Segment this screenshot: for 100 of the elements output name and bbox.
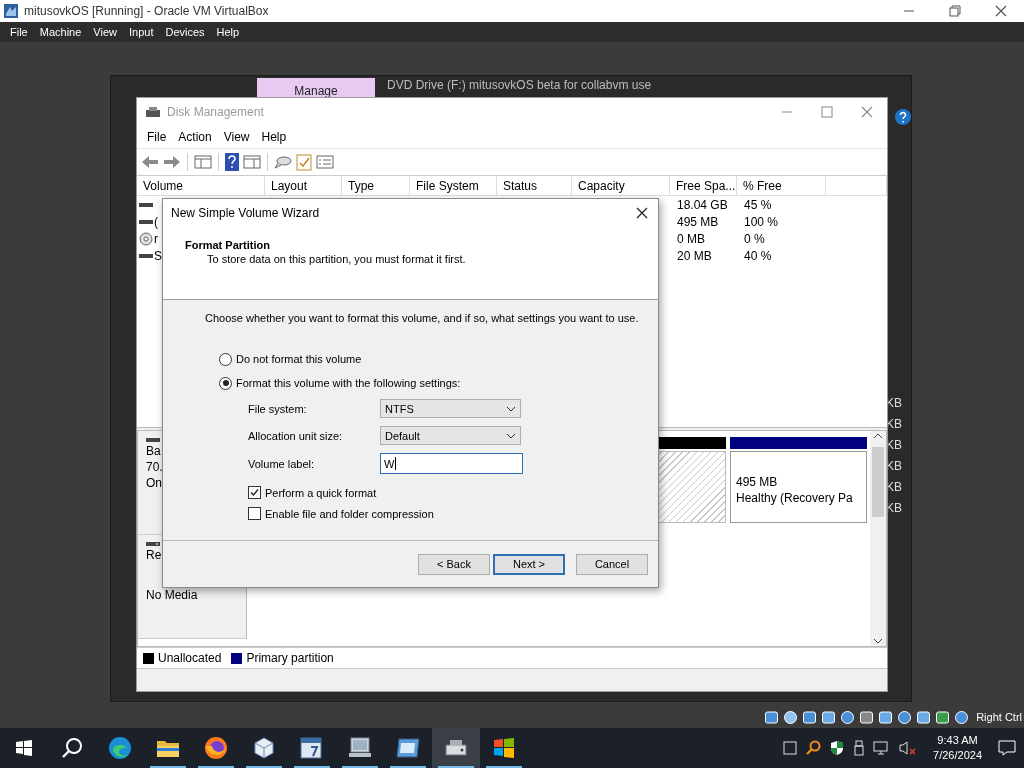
menu-item[interactable]: View — [87, 26, 123, 38]
table-cell-text: 20 MB — [676, 248, 713, 263]
disk-drive-icon — [443, 737, 469, 759]
menu-item[interactable]: Action — [172, 130, 218, 144]
clock-date[interactable]: 7/26/2024 — [933, 748, 982, 763]
column-header[interactable]: % Free — [737, 176, 826, 195]
device-status-icon[interactable] — [764, 709, 780, 725]
close-icon[interactable] — [995, 5, 1007, 17]
magnifier-icon[interactable] — [805, 740, 822, 756]
drive-icon — [146, 437, 160, 443]
app-logo-icon — [4, 4, 18, 18]
drive-icon — [139, 217, 153, 226]
ribbon-tab[interactable]: Manage — [257, 78, 375, 98]
partition-status: Healthy (Recovery Pa — [736, 490, 854, 506]
menu-item[interactable]: Devices — [159, 26, 211, 38]
globe-icon — [204, 736, 228, 760]
caret-icon — [506, 405, 516, 412]
help-icon[interactable] — [225, 153, 239, 171]
column-header[interactable]: Status — [497, 176, 572, 195]
device-status-icon[interactable] — [916, 709, 932, 725]
menu-item[interactable]: Help — [255, 130, 293, 144]
close-icon[interactable] — [636, 207, 648, 219]
monitor-icon — [347, 736, 373, 760]
folder-icon — [156, 738, 180, 758]
menu-item[interactable]: File — [141, 130, 173, 144]
dialog-button[interactable]: Cancel — [576, 553, 648, 575]
windows-logo-icon — [16, 740, 32, 756]
speech-bubble-icon[interactable] — [274, 154, 292, 170]
table-cell-text: 45 % — [743, 197, 773, 212]
help-icon[interactable] — [894, 108, 912, 126]
dialog-button[interactable]: Next > — [493, 553, 565, 575]
partition-block[interactable]: 495 MB Healthy (Recovery Pa — [730, 451, 867, 523]
device-status-icon[interactable] — [878, 709, 894, 725]
device-status-icon[interactable] — [859, 709, 875, 725]
device-status-icon[interactable] — [783, 709, 799, 725]
window-title: mitusovkOS [Running] - Oracle VM VirtualBox — [24, 4, 269, 18]
disk-label: Ba — [146, 444, 162, 459]
column-header[interactable]: File System — [410, 176, 497, 195]
menu-item[interactable]: Help — [210, 26, 246, 38]
table-cell: ( — [154, 214, 158, 229]
dialog-title: New Simple Volume Wizard — [171, 206, 320, 220]
table-cell-text: 100 % — [743, 214, 780, 229]
checkbox[interactable] — [248, 507, 261, 520]
dialog-button[interactable]: < Back — [418, 553, 490, 575]
muted-speaker-icon[interactable] — [899, 740, 918, 756]
dropdown[interactable]: Default — [380, 426, 521, 445]
page-heading: Format Partition — [185, 239, 271, 251]
checkbox-label: Enable file and folder compression — [265, 507, 434, 520]
back-arrow-icon[interactable] — [141, 154, 159, 170]
menu-item[interactable]: Machine — [33, 26, 88, 38]
legend-label: Primary partition — [246, 651, 334, 665]
table-cell-text: 40 % — [743, 248, 773, 263]
column-header[interactable]: Free Spa... — [670, 176, 737, 195]
menu-item[interactable]: View — [217, 130, 256, 144]
checklist-icon[interactable] — [296, 153, 312, 171]
device-status-icon[interactable] — [840, 709, 856, 725]
taskbar-button[interactable] — [432, 728, 480, 768]
checkbox[interactable] — [248, 486, 261, 499]
panel-icon[interactable] — [243, 154, 261, 170]
column-header[interactable]: Layout — [265, 176, 342, 195]
scroll-thumb[interactable] — [872, 447, 884, 517]
radio-label: Format this volume with the following settings: — [236, 377, 461, 389]
device-status-icon[interactable] — [897, 709, 913, 725]
scroll-down-icon[interactable] — [873, 638, 883, 644]
device-status-icon[interactable] — [802, 709, 818, 725]
menu-item[interactable]: File — [4, 26, 34, 38]
swirl-icon — [108, 736, 132, 760]
input-field[interactable]: W — [380, 453, 523, 474]
calendar-icon — [299, 735, 325, 761]
dropdown[interactable]: NTFS — [380, 399, 521, 418]
panel-icon[interactable] — [194, 154, 212, 170]
forward-arrow-icon[interactable] — [163, 154, 181, 170]
menu-item[interactable]: Input — [122, 26, 160, 38]
column-header[interactable]: Volume — [137, 176, 265, 195]
clock-time[interactable]: 9:43 AM — [937, 733, 978, 748]
caret-icon — [506, 432, 516, 439]
table-cell-text: 0 % — [743, 231, 766, 246]
table-cell-text: 18.04 GB — [676, 197, 729, 212]
disk-label: 70. — [146, 460, 164, 475]
device-status-icon[interactable] — [954, 709, 970, 725]
square-icon[interactable] — [783, 741, 798, 755]
window-icon — [395, 737, 421, 759]
column-header[interactable]: Type — [342, 176, 410, 195]
scroll-up-icon[interactable] — [873, 433, 883, 439]
scrollbar[interactable] — [870, 431, 886, 646]
restore-icon[interactable] — [949, 5, 961, 17]
window-title: DVD Drive (F:) mitusovkOS beta for collabvm use — [387, 78, 652, 94]
shield-icon[interactable] — [829, 740, 846, 756]
device-status-icon[interactable] — [821, 709, 837, 725]
table-cell: r — [154, 231, 158, 246]
field-label: File system: — [248, 402, 308, 415]
page-subheading: To store data on this partition, you must format it first. — [206, 253, 467, 265]
device-status-icon[interactable] — [935, 709, 951, 725]
table-cell-text: 495 MB — [676, 214, 720, 229]
radio-button[interactable] — [219, 376, 232, 390]
notification-icon[interactable] — [998, 740, 1016, 756]
usb-icon[interactable] — [853, 740, 866, 756]
radio-button[interactable] — [219, 352, 232, 366]
field-label: Volume label: — [248, 457, 316, 470]
column-header[interactable]: Capacity — [572, 176, 670, 195]
